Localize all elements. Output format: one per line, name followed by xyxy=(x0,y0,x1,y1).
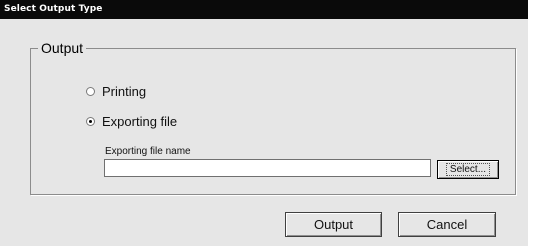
exporting-file-name-label: Exporting file name xyxy=(105,146,191,157)
output-group-title: Output xyxy=(38,40,87,56)
dialog-title: Select Output Type xyxy=(0,0,528,19)
select-output-type-dialog: Select Output Type Output Printing Expor… xyxy=(0,0,528,246)
radio-button-exporting-file[interactable] xyxy=(86,117,95,126)
radio-label-exporting-file: Exporting file xyxy=(102,114,178,129)
radio-option-exporting-file[interactable]: Exporting file xyxy=(86,114,177,129)
radio-button-printing[interactable] xyxy=(86,87,95,96)
radio-label-printing: Printing xyxy=(102,84,147,99)
exporting-file-name-input[interactable] xyxy=(104,159,431,177)
output-button[interactable]: Output xyxy=(285,212,382,237)
select-button-label: Select... xyxy=(445,163,491,176)
radio-selected-dot xyxy=(89,120,92,123)
radio-option-printing[interactable]: Printing xyxy=(86,84,146,99)
select-file-button[interactable]: Select... xyxy=(437,160,499,179)
cancel-button[interactable]: Cancel xyxy=(398,212,496,237)
